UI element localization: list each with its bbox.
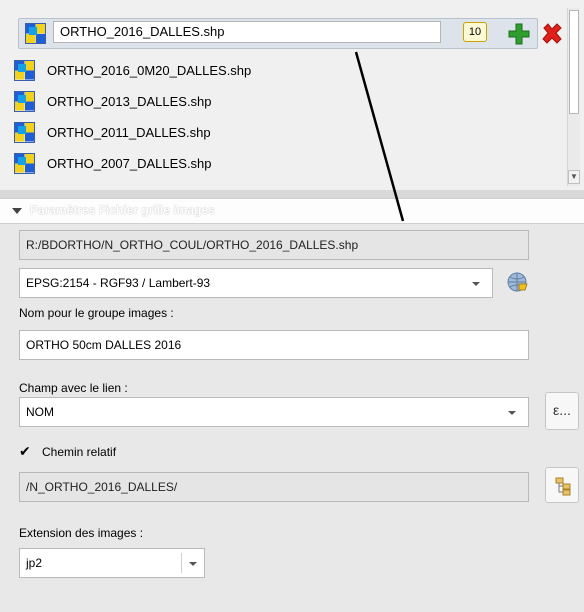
collapse-arrow-icon[interactable] bbox=[12, 208, 22, 214]
globe-icon bbox=[507, 272, 528, 292]
image-extension-value: jp2 bbox=[26, 556, 43, 570]
relative-path-label: Chemin relatif bbox=[42, 445, 117, 459]
group-name-label: Nom pour le groupe images : bbox=[19, 306, 174, 320]
layer-list: ORTHO_2016_DALLES.shp 10 ORTHO_2016_0M20… bbox=[0, 0, 584, 190]
relative-path-checkbox[interactable]: ✔ bbox=[19, 443, 31, 460]
image-extension-select[interactable]: jp2 bbox=[19, 548, 205, 578]
layer-row-label: ORTHO_2007_DALLES.shp bbox=[47, 155, 212, 171]
crs-selector-button[interactable] bbox=[504, 269, 532, 297]
link-field-select[interactable]: NOM bbox=[19, 397, 529, 427]
layer-row-label: ORTHO_2016_0M20_DALLES.shp bbox=[47, 62, 252, 78]
combo-separator bbox=[181, 553, 182, 573]
dropdown-arrow-icon bbox=[189, 562, 197, 566]
group-name-input[interactable]: ORTHO 50cm DALLES 2016 bbox=[19, 330, 529, 360]
dropdown-arrow-icon bbox=[472, 282, 480, 286]
crs-select-value: EPSG:2154 - RGF93 / Lambert-93 bbox=[26, 276, 211, 290]
image-extension-label: Extension des images : bbox=[19, 526, 144, 540]
layer-row[interactable]: ORTHO_2011_DALLES.shp bbox=[14, 119, 211, 145]
dropdown-arrow-icon bbox=[508, 411, 516, 415]
layer-row[interactable]: ORTHO_2007_DALLES.shp bbox=[14, 150, 212, 176]
count-badge: 10 bbox=[463, 22, 487, 42]
link-field-label: Champ avec le lien : bbox=[19, 381, 128, 395]
layer-row-label: ORTHO_2011_DALLES.shp bbox=[47, 124, 211, 140]
list-scroll-thumb[interactable] bbox=[569, 10, 579, 114]
params-section-title: Paramètres Fichier grille images bbox=[30, 203, 215, 217]
folder-tree-icon bbox=[555, 477, 571, 496]
layer-row[interactable]: ORTHO_2013_DALLES.shp bbox=[14, 88, 212, 114]
crs-select[interactable]: EPSG:2154 - RGF93 / Lambert-93 bbox=[19, 268, 493, 298]
delete-icon[interactable] bbox=[539, 21, 565, 47]
panel-splitter[interactable] bbox=[0, 190, 584, 198]
add-icon[interactable] bbox=[507, 22, 531, 46]
layer-row[interactable]: ORTHO_2016_0M20_DALLES.shp bbox=[14, 57, 251, 83]
vector-layer-icon bbox=[14, 59, 35, 81]
layer-row-selected[interactable]: ORTHO_2016_DALLES.shp 10 bbox=[18, 18, 562, 49]
directory-field: /N_ORTHO_2016_DALLES/ bbox=[19, 472, 529, 502]
list-scrollbar[interactable]: ▼ bbox=[567, 8, 580, 186]
vector-layer-icon bbox=[14, 121, 35, 143]
expression-button[interactable]: ε... bbox=[545, 392, 579, 430]
browse-folder-button[interactable] bbox=[545, 467, 579, 503]
params-section-header[interactable]: Paramètres Fichier grille images bbox=[0, 198, 584, 224]
link-field-value: NOM bbox=[26, 405, 54, 419]
vector-layer-icon bbox=[14, 152, 35, 174]
layer-name-input[interactable]: ORTHO_2016_DALLES.shp bbox=[53, 21, 441, 43]
vector-layer-icon bbox=[25, 23, 46, 44]
layer-row-label: ORTHO_2013_DALLES.shp bbox=[47, 93, 212, 109]
vector-layer-icon bbox=[14, 90, 35, 112]
scroll-down-arrow-icon[interactable]: ▼ bbox=[568, 170, 580, 184]
file-path-field: R:/BDORTHO/N_ORTHO_COUL/ORTHO_2016_DALLE… bbox=[19, 230, 529, 260]
